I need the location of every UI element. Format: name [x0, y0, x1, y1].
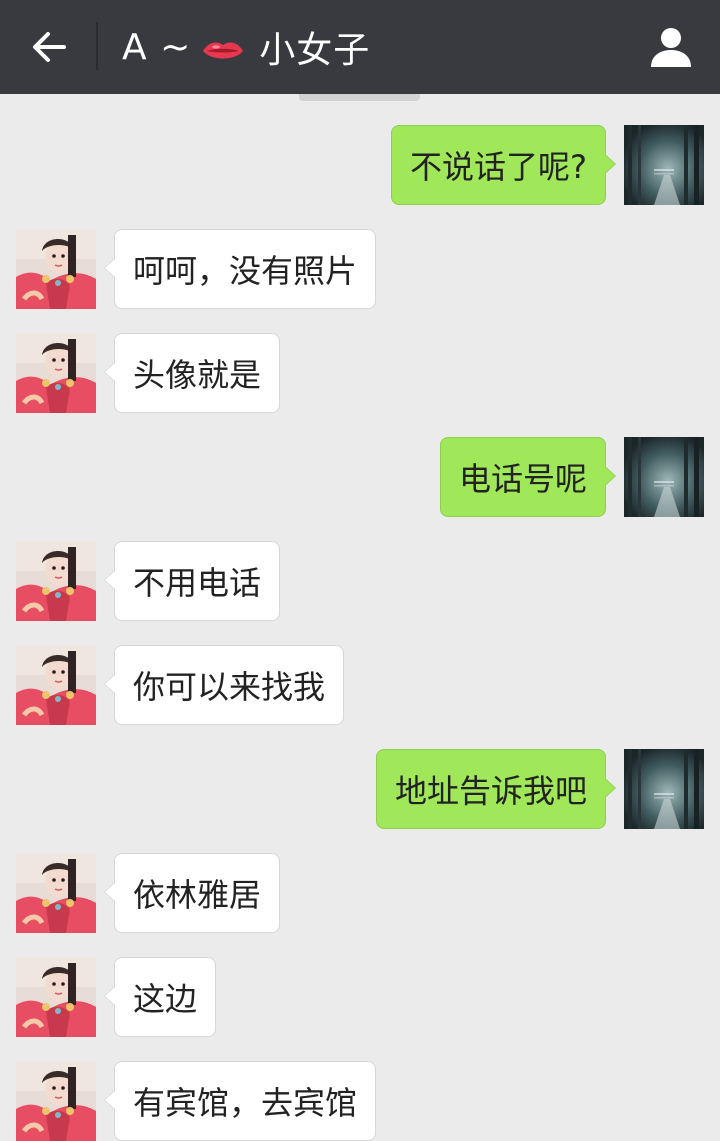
back-arrow-icon	[33, 32, 66, 62]
my-avatar[interactable]	[624, 437, 704, 517]
chat-title: A ~ 小女子	[122, 0, 370, 94]
incoming-message-bubble[interactable]: 这边	[103, 957, 217, 1037]
lips-emoji-icon	[201, 31, 245, 59]
incoming-message-bubble[interactable]: 呵呵，没有照片	[103, 229, 377, 309]
message-row: 电话号呢	[0, 437, 720, 517]
person-icon	[651, 28, 691, 67]
contact-avatar[interactable]	[16, 645, 96, 725]
incoming-message-bubble[interactable]: 有宾馆，去宾馆	[103, 1061, 377, 1141]
outgoing-message-bubble[interactable]: 地址告诉我吧	[375, 749, 617, 829]
outgoing-message-bubble[interactable]: 不说话了呢?	[391, 125, 616, 205]
message-row: 不用电话	[0, 541, 720, 621]
incoming-message-bubble[interactable]: 头像就是	[103, 333, 281, 413]
contact-avatar[interactable]	[16, 957, 96, 1037]
contact-avatar[interactable]	[16, 853, 96, 933]
chat-info-button[interactable]	[636, 14, 706, 80]
message-row: 依林雅居	[0, 853, 720, 933]
contact-avatar[interactable]	[16, 229, 96, 309]
incoming-message-bubble[interactable]: 不用电话	[103, 541, 281, 621]
chat-title-prefix: A ~	[122, 26, 192, 68]
message-row: 呵呵，没有照片	[0, 229, 720, 309]
contact-avatar[interactable]	[16, 333, 96, 413]
message-row: 地址告诉我吧	[0, 749, 720, 829]
message-row: 有宾馆，去宾馆	[0, 1061, 720, 1141]
my-avatar[interactable]	[624, 125, 704, 205]
message-row: 你可以来找我	[0, 645, 720, 725]
title-bar: A ~ 小女子	[0, 0, 720, 94]
contact-avatar[interactable]	[16, 541, 96, 621]
outgoing-message-bubble[interactable]: 电话号呢	[439, 437, 617, 517]
incoming-message-bubble[interactable]: 依林雅居	[103, 853, 281, 933]
my-avatar[interactable]	[624, 749, 704, 829]
contact-avatar[interactable]	[16, 1061, 96, 1141]
incoming-message-bubble[interactable]: 你可以来找我	[103, 645, 345, 725]
back-button[interactable]	[14, 14, 84, 80]
pull-down-tab	[299, 94, 420, 101]
message-row: 不说话了呢?	[0, 125, 720, 205]
chat-title-name: 小女子	[259, 30, 371, 71]
header-divider	[96, 22, 98, 70]
message-row: 头像就是	[0, 333, 720, 413]
message-row: 这边	[0, 957, 720, 1037]
